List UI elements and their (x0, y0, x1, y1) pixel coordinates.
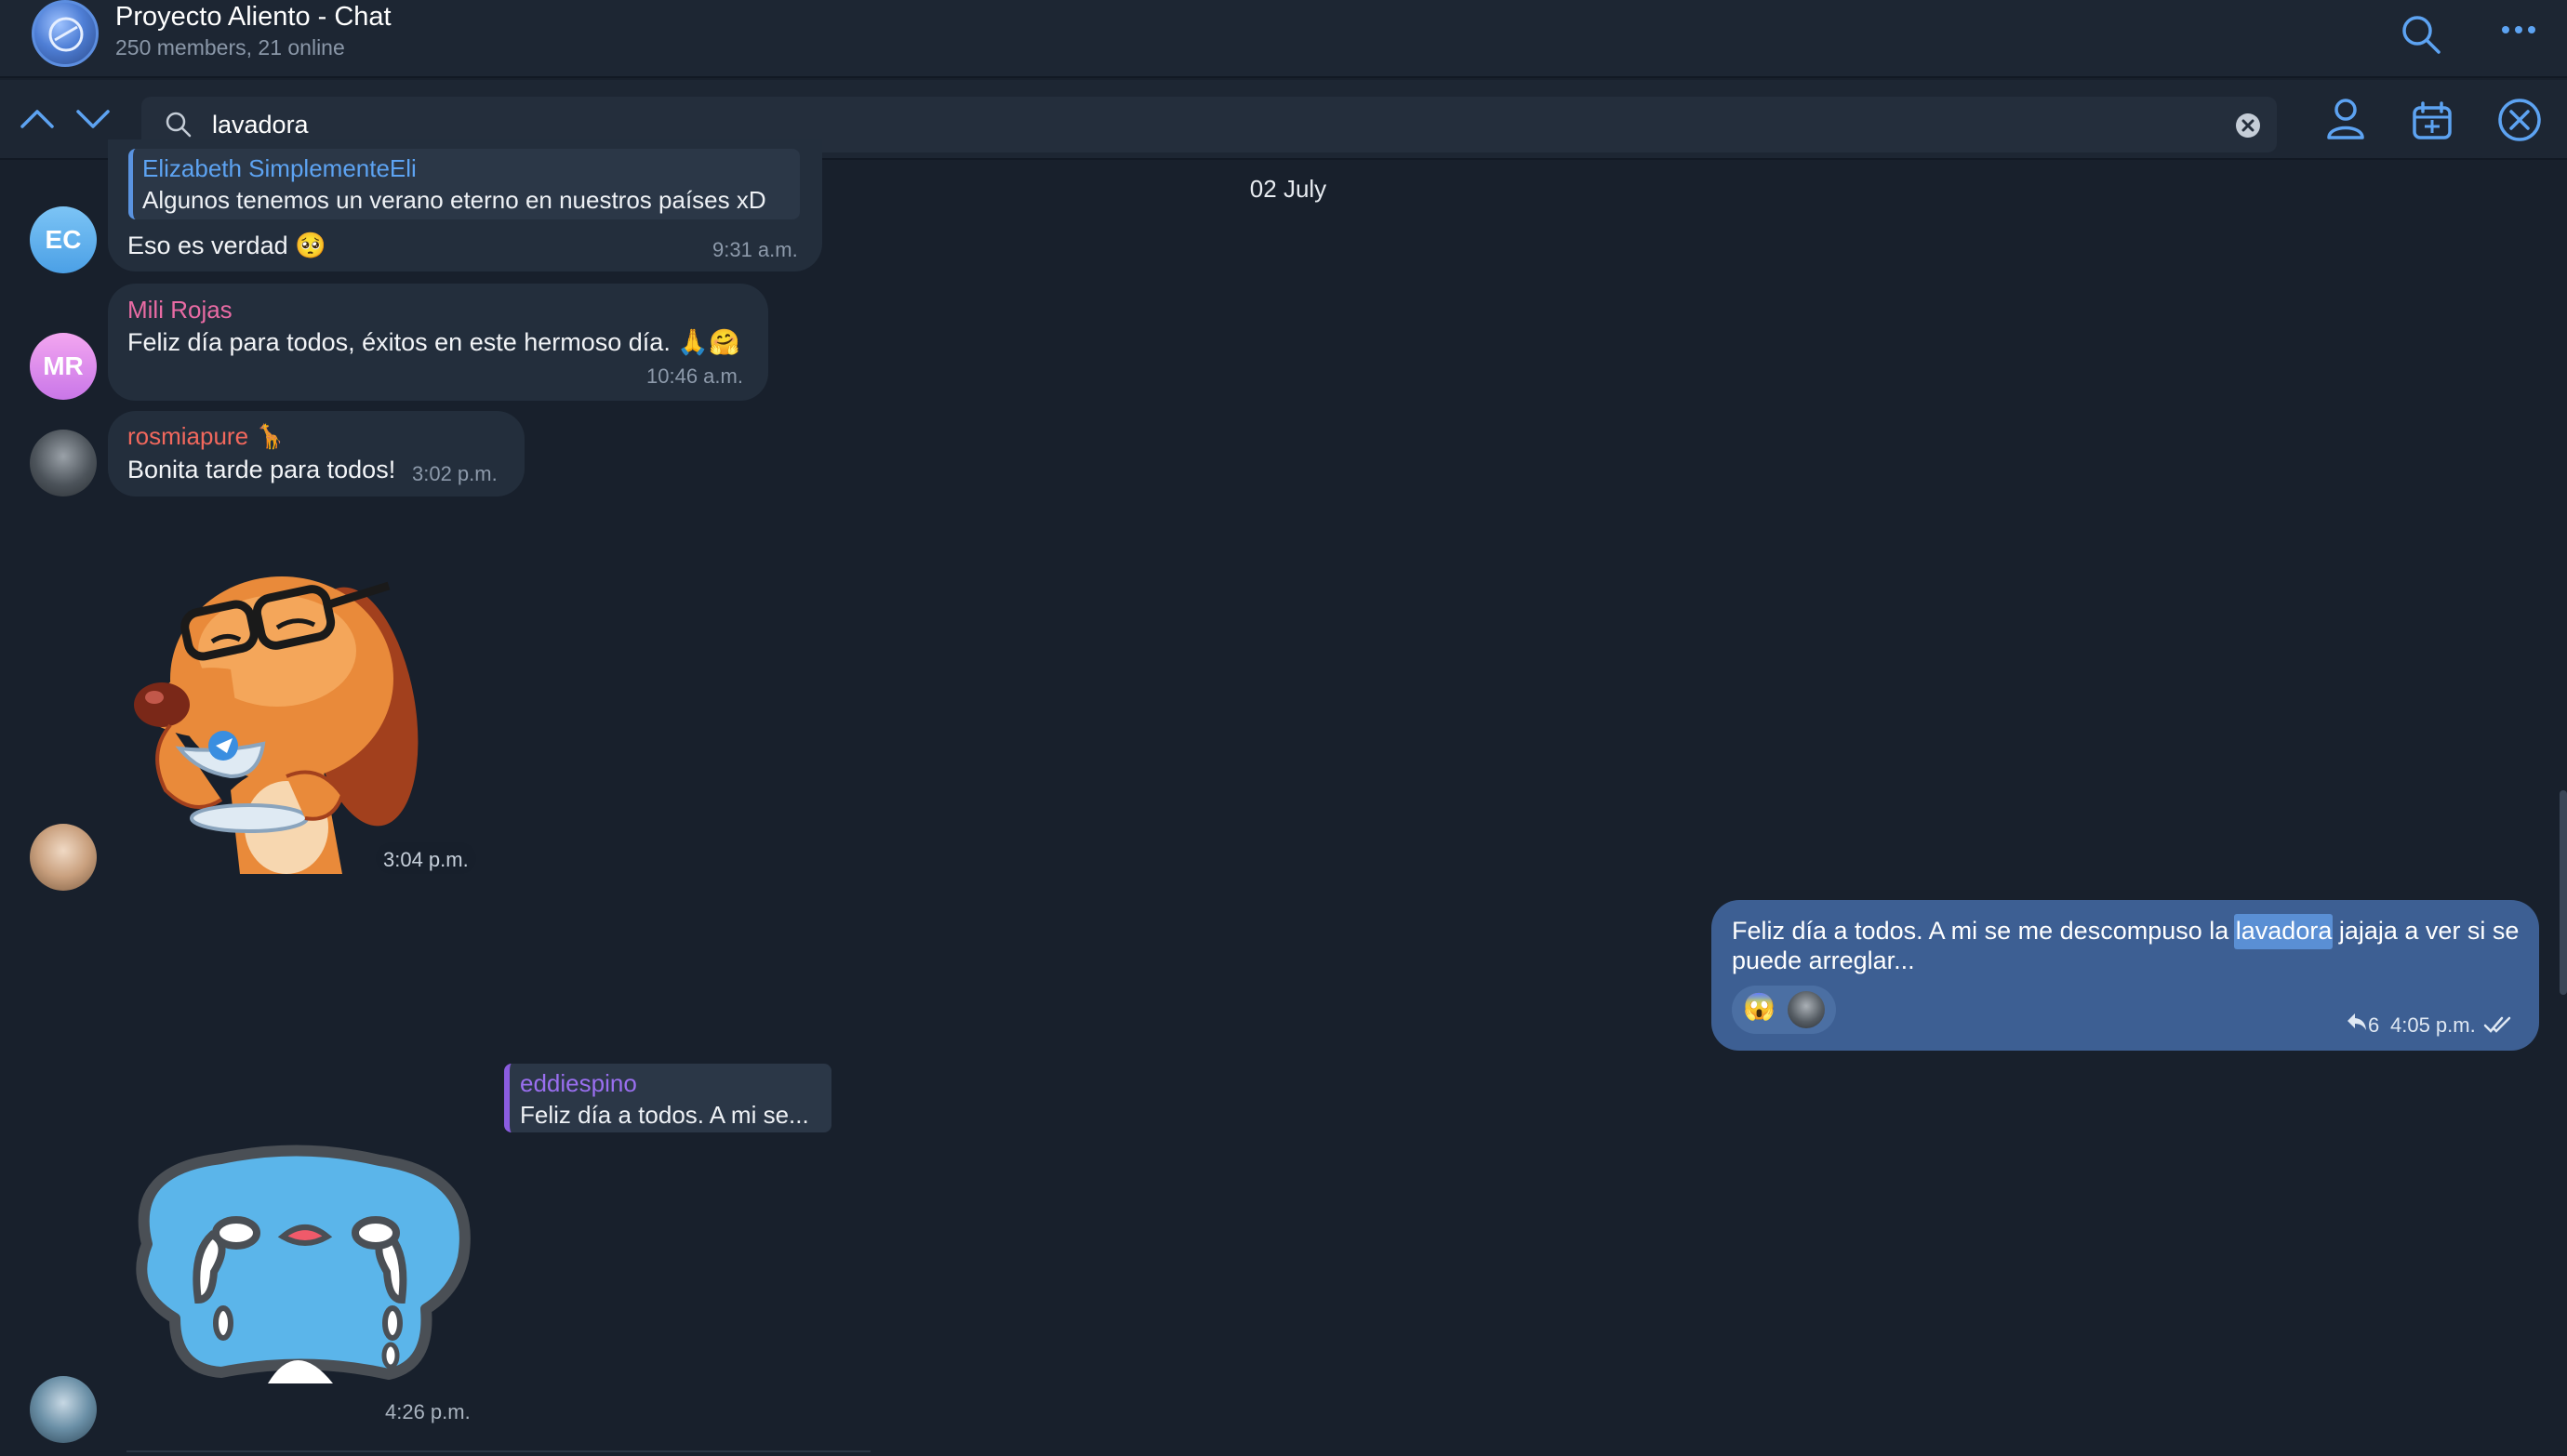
scrollbar[interactable] (2560, 790, 2567, 995)
message-time: 3:04 p.m. (383, 848, 469, 871)
message-time: 9:31 a.m. (712, 238, 798, 261)
avatar[interactable] (30, 824, 97, 891)
search-match: lavadora (2235, 917, 2333, 945)
divider (126, 1450, 871, 1452)
search-icon[interactable] (2400, 13, 2442, 56)
message-text: puede arreglar... (1732, 946, 1915, 974)
reply-icon[interactable] (2346, 1012, 2368, 1032)
search-icon (164, 110, 193, 139)
message-text: Feliz día a todos. A mi se me descompuso… (1732, 917, 2519, 946)
message-time: 4:05 p.m. (2390, 1013, 2476, 1037)
reaction-emoji: 😱 (1743, 992, 1776, 1021)
more-icon[interactable] (2500, 17, 2537, 54)
date-separator: 02 July (1249, 175, 1327, 203)
close-icon[interactable] (2496, 97, 2543, 143)
reply-text: Feliz día a todos. A mi se... (520, 1101, 809, 1129)
chat-title[interactable]: Proyecto Aliento - Chat (115, 2, 392, 33)
chevron-up-icon[interactable] (19, 100, 58, 138)
user-icon[interactable] (2321, 95, 2370, 143)
avatar[interactable] (30, 430, 97, 496)
crying-blob-sticker[interactable] (110, 1132, 491, 1383)
message-time: 10:46 a.m. (646, 364, 743, 388)
avatar[interactable] (30, 1376, 97, 1443)
message-text: Eso es verdad 🥺 (127, 232, 326, 259)
avatar[interactable]: MR (30, 333, 97, 400)
message-time: 4:26 p.m. (385, 1400, 471, 1423)
message-sender[interactable]: Mili Rojas (127, 296, 233, 324)
clear-icon[interactable] (2234, 112, 2262, 139)
chevron-down-icon[interactable] (74, 100, 113, 138)
reply-text: Algunos tenemos un verano eterno en nues… (142, 186, 766, 214)
calendar-icon[interactable] (2409, 99, 2455, 145)
message-text: Feliz día para todos, éxitos en este her… (127, 328, 740, 356)
double-check-icon (2483, 1015, 2513, 1034)
dog-drinking-tea-sticker[interactable] (119, 539, 445, 883)
reply-sender: eddiespino (520, 1069, 637, 1097)
reaction-avatar (1788, 991, 1825, 1028)
chat-member-count: 250 members, 21 online (115, 35, 345, 60)
message-text: Bonita tarde para todos! (127, 456, 396, 483)
message-text-part: jajaja a ver si se (2332, 917, 2520, 945)
message-time: 3:02 p.m. (412, 462, 498, 485)
reply-sender: Elizabeth SimplementeEli (142, 154, 417, 182)
reply-count[interactable]: 6 (2368, 1013, 2379, 1038)
message-sender[interactable]: rosmiapure 🦒 (127, 422, 286, 451)
chat-avatar[interactable] (32, 0, 99, 67)
message-text-part: Feliz día a todos. A mi se me descompuso… (1732, 917, 2236, 945)
avatar[interactable]: EC (30, 206, 97, 273)
